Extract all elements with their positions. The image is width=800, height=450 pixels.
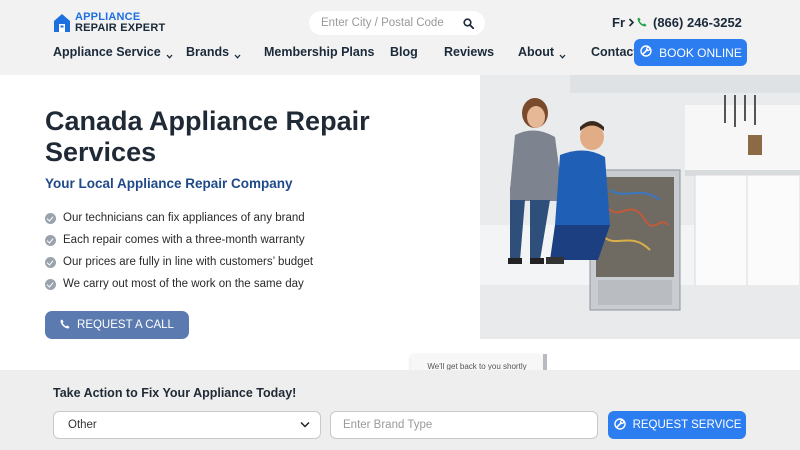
nav-item-membership-plans[interactable]: Membership Plans [264,45,374,59]
appliance-type-value: Other [68,419,97,431]
logo-house-icon [53,12,71,34]
request-service-button[interactable]: REQUEST SERVICE [608,411,746,439]
check-icon [45,256,56,268]
nav-item-label: Reviews [444,45,495,59]
appliance-type-select[interactable]: Other [53,411,321,439]
wrench-icon [613,417,627,434]
language-label: Fr [612,15,625,30]
nav-item-label: Appliance Service [53,45,161,59]
list-item: Each repair comes with a three-month war… [45,229,313,251]
feature-text: Our prices are fully in line with custom… [63,256,314,268]
book-online-button[interactable]: BOOK ONLINE [634,39,747,66]
logo-line-2: REPAIR EXPERT [75,22,166,34]
site-logo[interactable]: APPLIANCE REPAIR EXPERT [53,12,165,34]
nav-item-label: Contact [591,45,638,59]
nav-item-reviews[interactable]: Reviews [444,45,494,59]
request-service-label: REQUEST SERVICE [632,419,742,431]
hero-image [480,75,800,339]
search-icon[interactable] [461,16,475,30]
chevron-right-icon [628,15,635,30]
location-search-input[interactable] [321,17,451,29]
list-item: We carry out most of the work on the sam… [45,273,313,295]
chevron-down-icon [234,49,241,59]
list-item: Our prices are fully in line with custom… [45,251,313,273]
nav-item-about[interactable]: About [518,45,566,59]
nav-item-brands[interactable]: Brands [186,45,241,59]
phone-icon [637,15,647,30]
request-call-label: REQUEST A CALL [77,319,174,331]
list-item: Our technicians can fix appliances of an… [45,207,313,229]
site-header: APPLIANCE REPAIR EXPERT Fr (866) 246-325… [0,0,800,75]
nav-item-label: About [518,45,555,59]
nav-item-label: Membership Plans [264,45,375,59]
chevron-down-icon [559,49,566,59]
brand-type-input[interactable] [330,411,598,439]
wrench-icon [639,44,653,61]
service-request-bar: Take Action to Fix Your Appliance Today!… [0,370,800,450]
nav-item-appliance-service[interactable]: Appliance Service [53,45,173,59]
chevron-down-icon [166,49,173,59]
feature-text: We carry out most of the work on the sam… [63,278,304,290]
phone-number: (866) 246-3252 [653,15,742,30]
chevron-down-icon [300,419,310,431]
request-call-button[interactable]: REQUEST A CALL [45,311,189,339]
page-title: Canada Appliance Repair Services [45,106,370,167]
feature-list: Our technicians can fix appliances of an… [45,207,313,295]
nav-item-contact[interactable]: Contact [591,45,638,59]
language-switch[interactable]: Fr [612,15,635,30]
nav-item-blog[interactable]: Blog [390,45,418,59]
book-online-label: BOOK ONLINE [659,45,742,60]
check-icon [45,278,56,290]
nav-item-label: Brands [186,45,230,59]
check-icon [45,234,56,246]
tooltip-handle [543,354,547,370]
nav-item-label: Blog [390,45,418,59]
check-icon [45,212,56,224]
location-search [309,11,485,35]
feature-text: Our technicians can fix appliances of an… [63,212,305,224]
feature-text: Each repair comes with a three-month war… [63,234,305,246]
service-request-title: Take Action to Fix Your Appliance Today! [53,386,297,400]
phone-link[interactable]: (866) 246-3252 [637,15,742,30]
phone-icon [60,319,70,332]
hero-subtitle: Your Local Appliance Repair Company [45,176,293,191]
